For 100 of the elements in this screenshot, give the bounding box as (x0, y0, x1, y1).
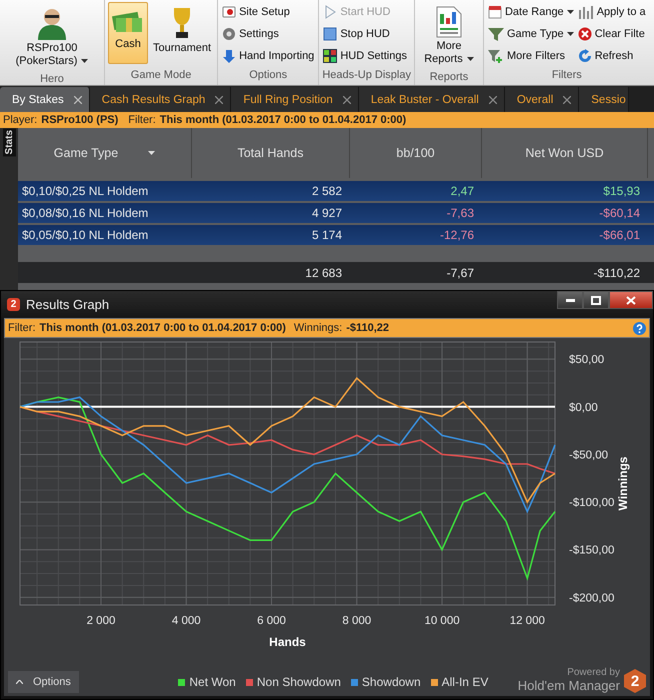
refresh-icon (578, 49, 592, 63)
legend-label: All-In EV (442, 675, 488, 689)
ribbon-button[interactable]: Tournament (150, 2, 214, 64)
brand-logo: 2 (624, 669, 646, 693)
column-header[interactable]: bb/100 (350, 128, 482, 178)
ribbon-button[interactable]: Site Setup (221, 2, 316, 22)
table-cell-text: -7,63 (446, 206, 475, 220)
y-tick-label: -$50,00 (569, 449, 608, 462)
caret-icon (466, 57, 474, 62)
ribbon-button[interactable]: Settings (221, 24, 316, 44)
ribbon-button[interactable]: RSPro100 (PokerStars) (3, 2, 101, 71)
play-icon (323, 5, 338, 19)
person-icon (35, 6, 69, 40)
close-icon (342, 96, 351, 104)
caret-icon (81, 59, 88, 64)
clear-icon (578, 27, 592, 41)
ribbon-button[interactable]: More Reports (418, 2, 480, 69)
tab[interactable]: Cash Results Graph (90, 87, 232, 112)
y-tick-label: -$100,00 (569, 497, 614, 510)
tab[interactable]: Sessio (579, 87, 629, 112)
filter-label: Player: (3, 114, 38, 126)
total-cell-text: -$110,22 (592, 266, 641, 280)
caret-icon (16, 680, 23, 684)
app-logo: 2 (7, 298, 20, 311)
ribbon-button[interactable]: Game Type (486, 24, 575, 44)
ribbon-button[interactable]: Apply to a (576, 2, 647, 22)
table-cell-text: -12,76 (438, 228, 475, 242)
table-cell-text: 2,47 (450, 184, 475, 198)
table-cell-text: -$60,14 (598, 206, 641, 220)
close-icon (563, 96, 572, 104)
maximize-button[interactable] (583, 291, 609, 309)
legend-swatch (350, 678, 358, 686)
x-tick-label: 2 000 (86, 615, 116, 627)
table-cell-text: -$66,01 (598, 228, 641, 242)
grid-icon (323, 49, 338, 63)
ribbon-button[interactable]: HUD Settings (322, 46, 408, 66)
x-tick-label: 10 000 (424, 615, 460, 627)
caret-icon (566, 10, 574, 14)
y-axis-title: Winnings (616, 456, 630, 510)
legend-swatch (246, 678, 253, 686)
table-cell-text: 4 927 (310, 206, 343, 220)
group-label: Filters (550, 68, 583, 83)
group-label: Options (248, 68, 288, 83)
funnel-plus-icon (488, 49, 504, 63)
help-icon[interactable] (633, 322, 646, 334)
filter-label: Filter: (8, 322, 36, 334)
tab[interactable]: Leak Buster - Overall (358, 87, 505, 112)
legend-label: Non Showdown (256, 675, 341, 689)
legend-label: Net Won (189, 675, 236, 689)
filter-value: RSPro100 (PS) (41, 114, 118, 126)
y-tick-label: $50,00 (569, 354, 604, 366)
table-cell-text: 2 582 (310, 184, 343, 198)
caret-icon (566, 32, 574, 36)
group-label: Game Mode (130, 68, 192, 83)
column-header[interactable]: Game Type (18, 128, 192, 178)
column-header[interactable]: Net Won USD (482, 128, 648, 178)
ribbon-button[interactable]: Clear Filte (576, 24, 647, 44)
x-axis-title: Hands (269, 635, 306, 649)
tab[interactable]: Full Ring Position (231, 87, 359, 112)
y-tick-label: -$200,00 (569, 592, 614, 604)
ribbon-button[interactable]: More Filters (486, 46, 575, 66)
x-tick-label: 8 000 (342, 615, 372, 627)
table-cell-text: $0,05/$0,10 NL Holdem (21, 228, 150, 242)
legend-label: Showdown (362, 675, 421, 689)
filter-value: This month (01.03.2017 0:00 to 01.04.2017 0:00) (40, 322, 286, 334)
panel-label[interactable]: Stats (2, 128, 16, 156)
maximize-icon (591, 296, 601, 304)
ribbon-button[interactable]: Refresh (576, 46, 647, 66)
table-cell-text: $15,93 (602, 184, 641, 198)
legend-swatch (430, 678, 438, 686)
bars-icon (578, 5, 594, 19)
x-tick-label: 4 000 (172, 615, 201, 627)
ribbon-button[interactable]: Date Range (486, 2, 575, 22)
group-label: Hero (39, 72, 65, 85)
filter-value: -$110,22 (346, 322, 390, 334)
filter-label: Filter: (128, 114, 156, 126)
calendar-icon (488, 5, 502, 19)
filter-value: This month (01.03.2017 0:00 to 01.04.2017 0:00) (160, 114, 406, 126)
x-tick-label: 6 000 (257, 615, 286, 627)
ribbon-button[interactable]: Hand Importing (221, 46, 316, 66)
x-tick-label: 12 000 (510, 615, 545, 627)
ribbon-button[interactable]: Stop HUD (322, 24, 408, 44)
y-tick-label: $0,00 (569, 402, 598, 414)
powered-by-caption: Powered by (567, 667, 620, 678)
total-cell-text: -7,67 (446, 266, 475, 280)
minimize-button[interactable] (557, 291, 583, 309)
total-cell-text: 12 683 (304, 266, 343, 280)
y-tick-label: -$150,00 (569, 544, 614, 557)
column-header[interactable]: Total Hands (192, 128, 350, 178)
tab[interactable]: By Stakes (0, 87, 90, 112)
close-icon (215, 96, 224, 104)
ribbon-button[interactable]: Cash (108, 2, 148, 64)
legend-swatch (178, 678, 186, 686)
tab[interactable]: Overall (504, 87, 580, 112)
report-icon (434, 6, 463, 38)
table-cell-text: $0,08/$0,16 NL Holdem (21, 206, 150, 220)
arrow-icon (222, 49, 236, 63)
options-button[interactable]: Options (8, 671, 79, 693)
group-label: Reports (428, 70, 470, 85)
close-button[interactable] (609, 291, 653, 309)
